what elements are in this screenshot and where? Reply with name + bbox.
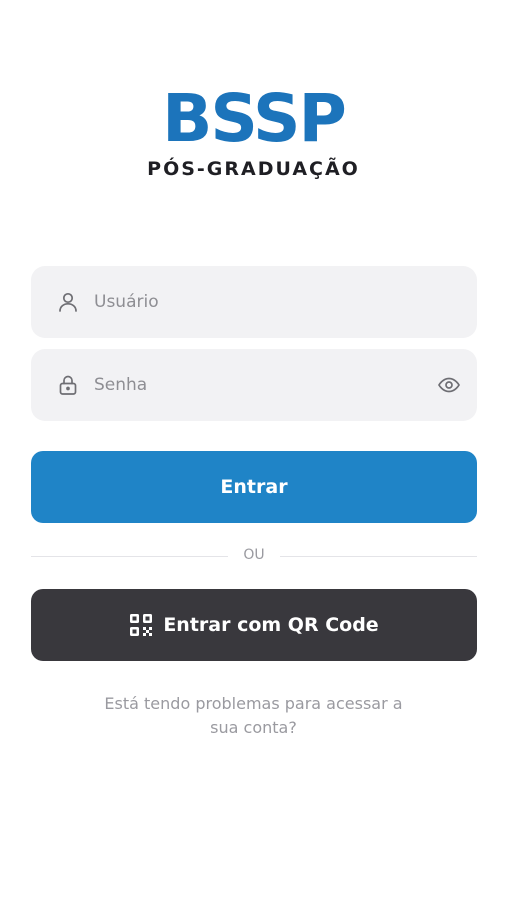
user-icon xyxy=(59,292,77,312)
eye-icon[interactable] xyxy=(437,373,461,397)
help-link[interactable]: Está tendo problemas para acessar a sua … xyxy=(100,692,407,740)
username-input[interactable] xyxy=(94,266,424,338)
logo-subtitle: PÓS-GRADUAÇÃO xyxy=(147,158,360,180)
username-field[interactable] xyxy=(31,266,477,338)
brand-logo: BSSP PÓS-GRADUAÇÃO xyxy=(0,80,507,181)
qr-code-icon xyxy=(130,614,153,636)
qr-login-button[interactable]: Entrar com QR Code xyxy=(31,589,477,661)
login-button[interactable]: Entrar xyxy=(31,451,477,523)
login-button-label: Entrar xyxy=(220,476,288,498)
or-divider: OU xyxy=(31,545,477,567)
password-input[interactable] xyxy=(94,349,424,421)
password-field[interactable] xyxy=(31,349,477,421)
logo-brand-text: BSSP xyxy=(162,80,347,157)
divider-text: OU xyxy=(243,547,265,563)
lock-icon xyxy=(59,375,77,395)
qr-login-button-label: Entrar com QR Code xyxy=(163,614,379,636)
divider-line-right xyxy=(280,556,477,557)
